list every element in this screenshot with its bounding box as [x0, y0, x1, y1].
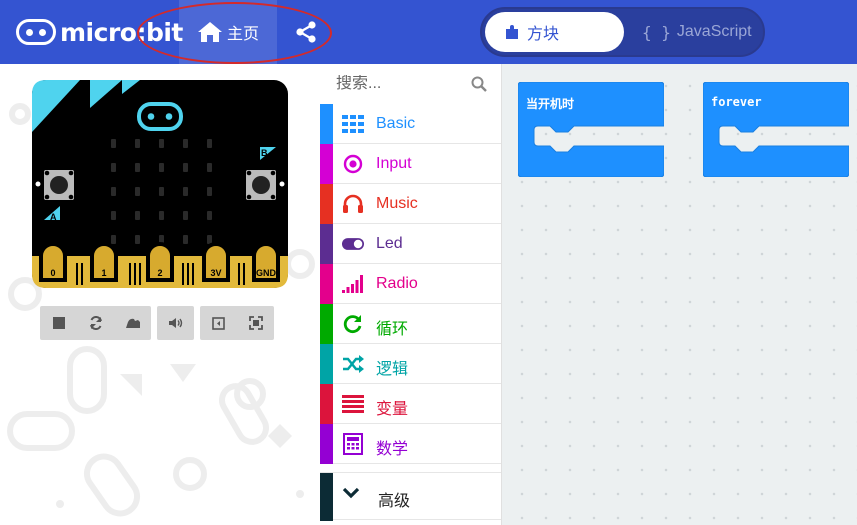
category-label: 变量: [376, 401, 409, 418]
category-label: 数学: [376, 441, 409, 458]
category-stripe: [320, 473, 333, 521]
share-button[interactable]: [286, 18, 326, 46]
category-math[interactable]: 数学: [320, 424, 501, 464]
toolbox: Basic Input Music Led: [320, 64, 502, 525]
audio-controls: [157, 306, 194, 340]
logo-text: micro:bit: [60, 17, 183, 47]
slowmo-button[interactable]: [114, 306, 151, 340]
category-label: Radio: [376, 275, 418, 292]
pin-label: 0: [50, 268, 55, 278]
advanced-label: 高级: [378, 493, 411, 510]
category-radio[interactable]: Radio: [320, 264, 501, 304]
fullscreen-button[interactable]: [237, 306, 274, 340]
category-label: Led: [376, 235, 403, 252]
view-controls: [200, 306, 274, 340]
category-label: Input: [376, 155, 412, 172]
category-stripe: [320, 344, 333, 384]
pin-label: 1: [101, 268, 106, 278]
run-controls: [40, 306, 151, 340]
category-stripe: [320, 424, 333, 464]
button-a[interactable]: [44, 170, 74, 200]
category-loops[interactable]: 循环: [320, 304, 501, 344]
javascript-tab[interactable]: { } JavaScript: [628, 12, 758, 52]
share-icon: [296, 21, 316, 43]
shuffle-icon: [342, 353, 364, 375]
toggle-icon: [342, 233, 364, 255]
mute-icon: [168, 318, 182, 328]
on-start-label: 当开机时: [526, 97, 575, 111]
category-music[interactable]: Music: [320, 184, 501, 224]
category-input[interactable]: Input: [320, 144, 501, 184]
category-led[interactable]: Led: [320, 224, 501, 264]
microbit-logo-icon: [16, 19, 56, 45]
category-basic[interactable]: Basic: [320, 104, 501, 144]
pin-label: 3V: [210, 268, 221, 278]
fullscreen-icon: [248, 316, 263, 330]
simulator-controls: [40, 306, 280, 340]
puzzle-icon: [506, 25, 518, 39]
forever-block[interactable]: forever: [702, 81, 850, 182]
button-b-label: B: [261, 148, 268, 158]
list-icon: [342, 393, 364, 415]
blocks-workspace[interactable]: 当开机时 forever: [502, 64, 857, 525]
toolbox-search: [320, 64, 501, 104]
category-label: 循环: [376, 321, 409, 338]
blocks-label: 方块: [527, 26, 560, 43]
braces-icon: { }: [642, 22, 671, 42]
button-b[interactable]: [246, 170, 276, 200]
home-label: 主页: [226, 26, 259, 43]
category-stripe: [320, 144, 333, 184]
grid-icon: [342, 113, 364, 135]
pin-label: GND: [256, 268, 277, 278]
screenshot-button[interactable]: [200, 306, 237, 340]
signal-bars-icon: [342, 273, 364, 295]
home-button[interactable]: 主页: [179, 0, 277, 64]
button-a-label: A: [50, 212, 57, 222]
mute-button[interactable]: [157, 306, 194, 340]
top-bar: micro:bit 主页 方块 { } JavaScript: [0, 0, 857, 64]
category-stripe: [320, 264, 333, 304]
microbit-logo[interactable]: micro:bit: [16, 17, 183, 47]
editor-toggle: 方块 { } JavaScript: [480, 7, 765, 57]
simulator-panel: A B 0 1 2 3V GND: [0, 64, 320, 525]
restart-button[interactable]: [77, 306, 114, 340]
chevron-down-icon: [342, 487, 360, 499]
headphones-icon: [342, 193, 364, 215]
category-stripe: [320, 304, 333, 344]
slowmo-icon: [125, 318, 140, 328]
blocks-tab[interactable]: 方块: [485, 12, 624, 52]
search-input[interactable]: [336, 75, 476, 93]
category-stripe: [320, 224, 333, 264]
calculator-icon: [342, 433, 364, 455]
category-label: Basic: [376, 115, 416, 132]
category-label: 逻辑: [376, 361, 409, 378]
microbit-board[interactable]: A B 0 1 2 3V GND: [32, 80, 288, 288]
stop-icon: [52, 317, 65, 329]
category-stripe: [320, 104, 333, 144]
category-variables[interactable]: 变量: [320, 384, 501, 424]
refresh-icon: [342, 313, 364, 335]
on-start-block[interactable]: 当开机时: [517, 81, 665, 182]
category-logic[interactable]: 逻辑: [320, 344, 501, 384]
javascript-label: JavaScript: [676, 23, 752, 40]
restart-icon: [89, 316, 102, 330]
stop-button[interactable]: [40, 306, 77, 340]
radio-button-icon: [342, 153, 364, 175]
pin-label: 2: [157, 268, 162, 278]
category-stripe: [320, 184, 333, 224]
home-icon: [197, 22, 222, 42]
category-label: Music: [376, 195, 418, 212]
search-icon[interactable]: [471, 76, 487, 92]
screenshot-icon: [212, 316, 225, 330]
category-stripe: [320, 384, 333, 424]
category-advanced[interactable]: 高级: [320, 472, 501, 521]
forever-label: forever: [711, 95, 762, 109]
